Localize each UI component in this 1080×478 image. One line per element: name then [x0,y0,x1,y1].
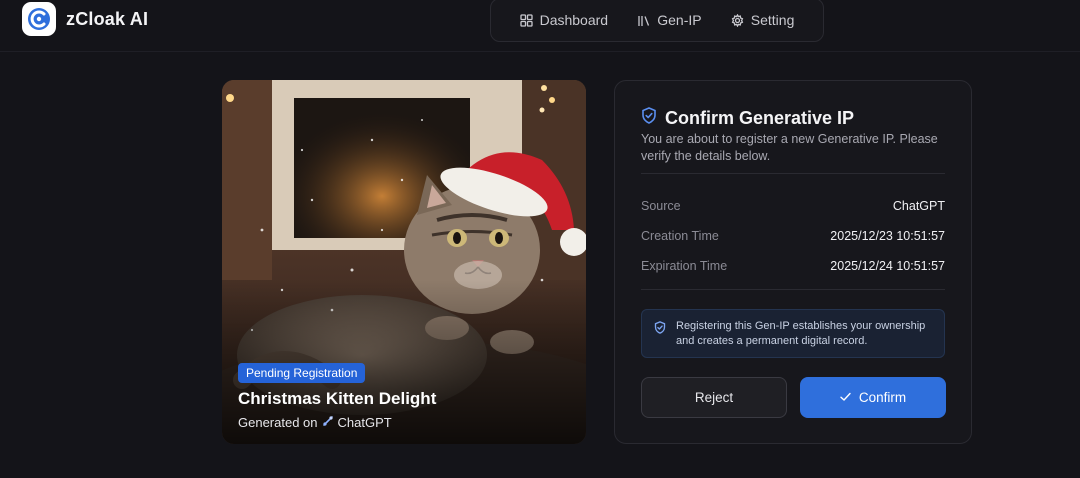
reject-button[interactable]: Reject [641,377,787,418]
detail-key: Source [641,199,681,213]
detail-value: ChatGPT [892,199,945,213]
nav-label: Setting [750,12,795,28]
ownership-notice: Registering this Gen-IP establishes your… [641,309,945,358]
divider [641,173,945,174]
detail-row-source: Source ChatGPT [641,199,945,213]
nav-label: Gen-IP [657,12,702,28]
generated-source: ChatGPT [337,415,392,430]
brand[interactable]: zCloak AI [22,2,148,36]
confirm-card: Confirm Generative IP You are about to r… [614,80,972,444]
main-nav: Dashboard Gen-IP Setting [490,0,824,42]
confirm-header: Confirm Generative IP [641,107,854,129]
shield-icon [654,321,666,339]
artwork-card[interactable]: Pending Registration Christmas Kitten De… [222,80,586,444]
generated-prefix: Generated on [238,415,318,430]
nav-label: Dashboard [539,12,609,28]
detail-key: Expiration Time [641,259,728,273]
reject-label: Reject [694,390,734,405]
confirm-button[interactable]: Confirm [800,377,946,418]
detail-value: 2025/12/24 10:51:57 [830,259,945,273]
check-icon [840,390,851,405]
artwork-title: Christmas Kitten Delight [238,389,437,408]
nav-item-dashboard[interactable]: Dashboard [519,12,609,28]
generated-on: Generated on ChatGPT [238,415,392,430]
zcloak-logo-icon [22,2,56,36]
library-icon [637,14,650,27]
dashboard-grid-icon [519,13,533,27]
confirm-description: You are about to register a new Generati… [641,132,938,163]
brand-name: zCloak AI [66,8,149,29]
confirm-title: Confirm Generative IP [665,107,855,128]
top-bar: zCloak AI Dashboard Gen-IP Setting [0,0,1080,52]
nav-item-gen-ip[interactable]: Gen-IP [637,12,702,28]
gear-icon [731,13,744,27]
notice-text: Registering this Gen-IP establishes your… [676,320,926,347]
detail-key: Creation Time [641,229,719,243]
detail-row-expiration-time: Expiration Time 2025/12/24 10:51:57 [641,259,945,273]
nav-item-setting[interactable]: Setting [731,12,795,28]
detail-row-creation-time: Creation Time 2025/12/23 10:51:57 [641,229,945,243]
confirm-label: Confirm [858,390,907,405]
status-badge: Pending Registration [238,363,366,383]
shield-icon [641,107,657,129]
divider [641,289,945,290]
chatgpt-icon [322,415,334,430]
detail-value: 2025/12/23 10:51:57 [830,229,945,243]
